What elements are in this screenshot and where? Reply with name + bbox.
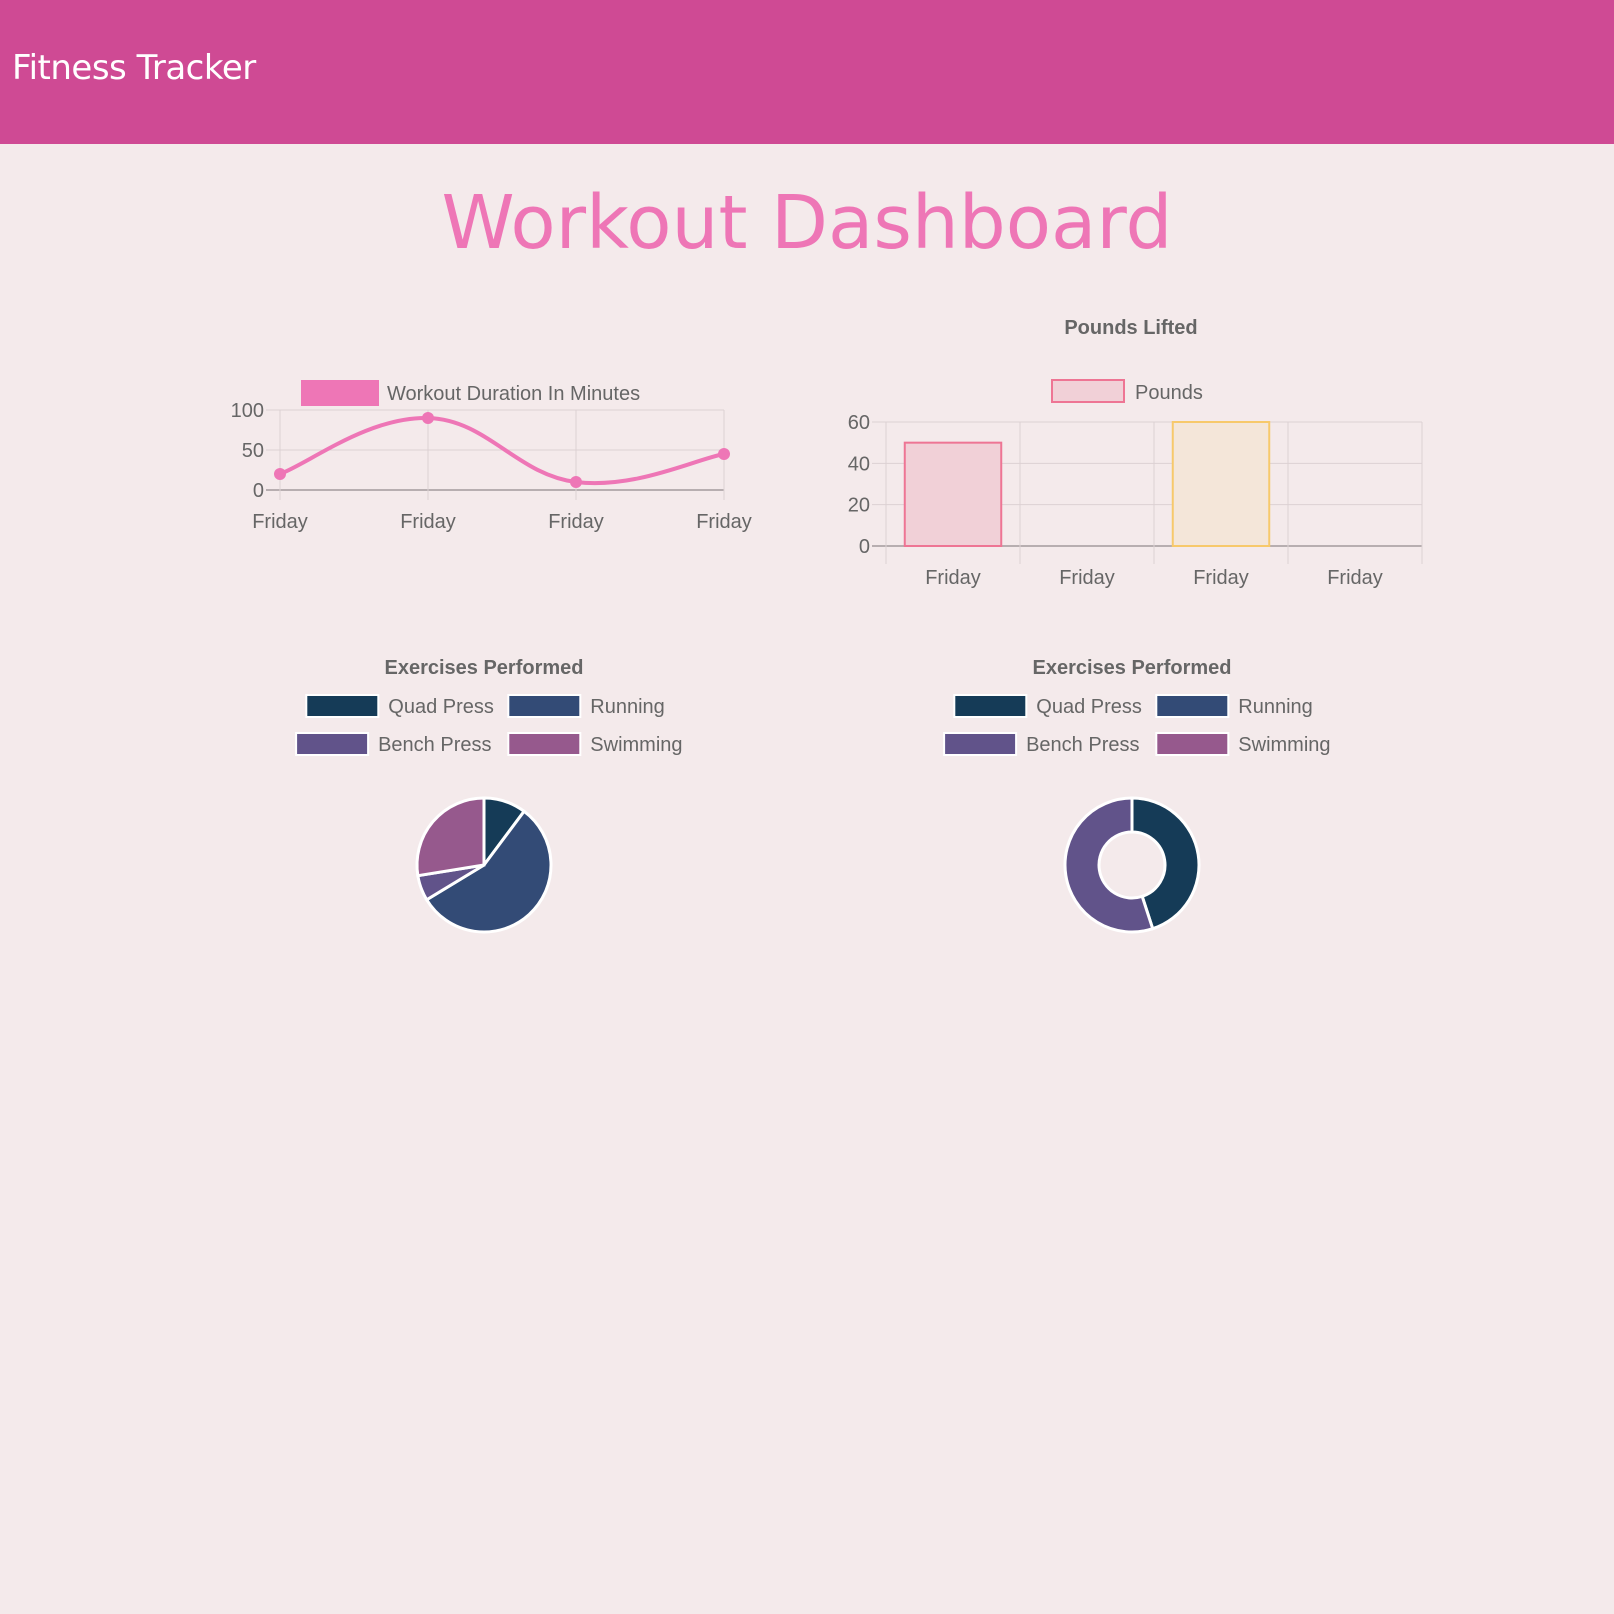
- legend-swatch-pounds[interactable]: [1051, 379, 1125, 403]
- navbar: Fitness Tracker: [0, 0, 1614, 144]
- bar-chart-x-ticks: Friday Friday Friday Friday: [925, 567, 1383, 589]
- exercises-pie-chart: Exercises Performed Quad Press Running Ben…: [295, 657, 683, 934]
- pounds-lifted-bar-chart: Pounds Lifted Pounds 0204060 Friday Frida…: [848, 317, 1423, 589]
- x-tick-label: Friday: [1193, 567, 1249, 589]
- y-tick-label: 0: [253, 480, 264, 502]
- workout-duration-line-chart: Workout Duration In Minutes 0 50 100 Frida…: [231, 380, 752, 533]
- legend-label: Running: [590, 696, 665, 718]
- y-tick-label: 0: [859, 536, 870, 558]
- line-data-point[interactable]: [718, 448, 730, 460]
- bar-pounds[interactable]: [1171, 421, 1271, 547]
- exercises-doughnut-chart: Exercises Performed Quad Press Running Ben…: [943, 657, 1331, 934]
- x-tick-label: Friday: [696, 511, 752, 533]
- bar-chart-bars: [903, 421, 1271, 548]
- x-tick-label: Friday: [400, 511, 456, 533]
- legend-swatch[interactable]: [953, 694, 1028, 718]
- x-tick-label: Friday: [252, 511, 308, 533]
- legend-label: Swimming: [1238, 734, 1330, 756]
- y-tick-label: 20: [848, 495, 870, 517]
- legend-label: Bench Press: [378, 734, 491, 756]
- x-tick-label: Friday: [548, 511, 604, 533]
- legend-swatch[interactable]: [295, 732, 370, 756]
- y-tick-label: 40: [848, 453, 870, 475]
- line-chart-gridlines: [266, 409, 725, 500]
- legend-swatch[interactable]: [305, 694, 380, 718]
- legend-label: Quad Press: [1036, 696, 1142, 718]
- doughnut-chart-legend: Quad Press Running Bench Press Swimming: [943, 694, 1331, 756]
- x-tick-label: Friday: [1327, 567, 1383, 589]
- bar-chart-y-ticks: 0 20 40 60: [848, 412, 870, 558]
- bar-chart-title: Pounds Lifted: [1064, 317, 1197, 339]
- legend-label: Bench Press: [1026, 734, 1139, 756]
- line-series-workout-duration: [279, 415, 725, 486]
- pie-chart-slices: [415, 796, 553, 934]
- doughnut-chart-slices: [1063, 796, 1201, 934]
- line-data-point[interactable]: [274, 468, 286, 480]
- brand-link[interactable]: Fitness Tracker: [12, 48, 256, 88]
- y-tick-label: 100: [231, 400, 264, 422]
- legend-swatch[interactable]: [1155, 694, 1230, 718]
- bar-pounds[interactable]: [903, 441, 1003, 548]
- y-tick-label: 60: [848, 412, 870, 434]
- line-data-point[interactable]: [422, 412, 434, 424]
- x-tick-label: Friday: [925, 567, 981, 589]
- doughnut-chart-title: Exercises Performed: [1032, 657, 1231, 679]
- slice-swimming[interactable]: [415, 796, 486, 878]
- pie-chart-title: Exercises Performed: [384, 657, 583, 679]
- legend-swatch[interactable]: [943, 732, 1018, 756]
- legend-label-workout-duration: Workout Duration In Minutes: [387, 383, 640, 405]
- legend-label-pounds: Pounds: [1135, 382, 1203, 404]
- legend-label: Quad Press: [388, 696, 494, 718]
- line-chart-x-ticks: Friday Friday Friday Friday: [252, 511, 752, 533]
- pie-chart-legend: Quad Press Running Bench Press Swimming: [295, 694, 683, 756]
- legend-swatch[interactable]: [1155, 732, 1230, 756]
- legend-label: Swimming: [590, 734, 682, 756]
- legend-label: Running: [1238, 696, 1313, 718]
- legend-swatch[interactable]: [507, 732, 582, 756]
- y-tick-label: 50: [242, 440, 264, 462]
- line-chart-y-ticks: 0 50 100: [231, 400, 264, 502]
- line-data-point[interactable]: [570, 476, 582, 488]
- x-tick-label: Friday: [1059, 567, 1115, 589]
- page-title: Workout Dashboard: [441, 180, 1173, 266]
- legend-swatch[interactable]: [507, 694, 582, 718]
- legend-swatch-workout-duration[interactable]: [301, 380, 379, 406]
